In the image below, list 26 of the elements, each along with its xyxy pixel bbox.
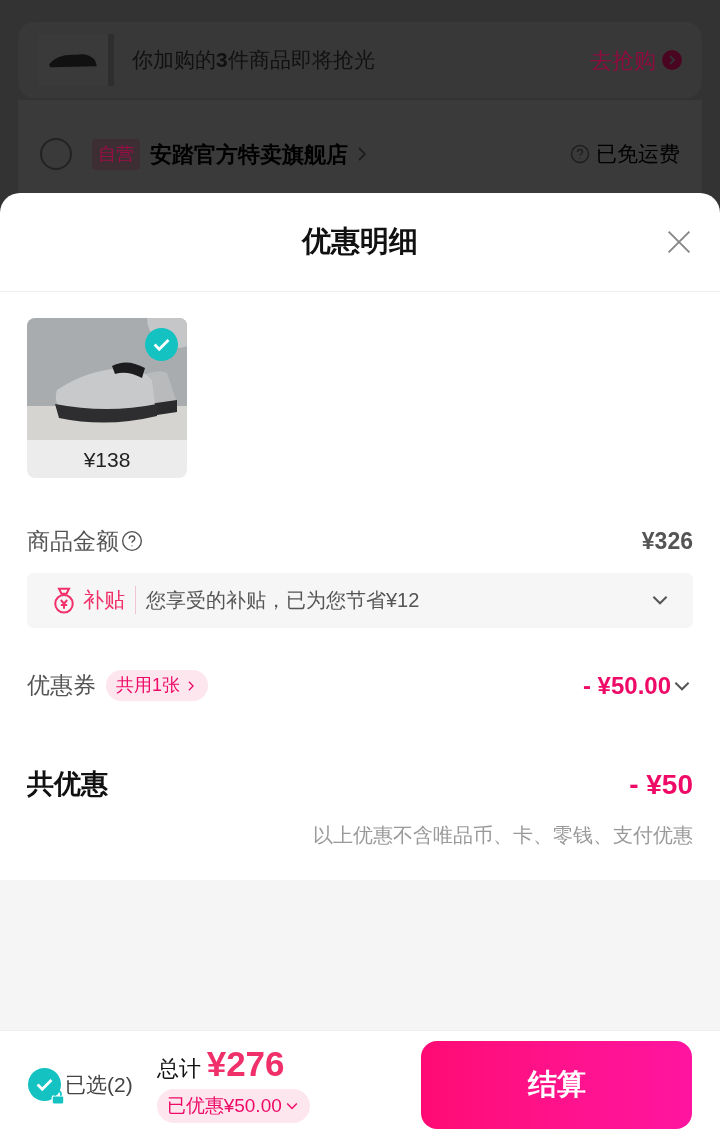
discount-pill[interactable]: 已优惠¥50.00 <box>156 1088 310 1124</box>
total-label: 总计 <box>156 1054 201 1083</box>
shipping-text: 已免运费 <box>596 141 680 168</box>
goods-amount-label: 商品金额 <box>27 527 119 556</box>
lock-icon <box>51 1090 65 1104</box>
selected-count: 已选(2) <box>65 1071 133 1098</box>
total-discount-value: - ¥50 <box>629 767 693 802</box>
checkout-button[interactable]: 结算 <box>421 1040 692 1129</box>
coupon-value[interactable]: - ¥50.00 <box>582 667 671 704</box>
total-price: ¥276 <box>206 1045 285 1081</box>
help-icon[interactable] <box>121 530 143 553</box>
subsidy-text: 您享受的补贴，已为您节省¥12 <box>146 588 420 613</box>
product-price: ¥138 <box>82 447 132 473</box>
goods-amount-value: ¥326 <box>641 527 693 556</box>
discount-note: 以上优惠不含唯品币、卡、零钱、支付优惠 <box>313 822 693 848</box>
product-card[interactable]: ¥138 <box>27 318 187 478</box>
store-name[interactable]: 安踏官方特卖旗舰店 <box>150 137 348 171</box>
subsidy-panel[interactable]: 补贴 您享受的补贴，已为您节省¥12 <box>27 572 693 628</box>
coupon-badge[interactable]: 共用1张 <box>106 670 208 701</box>
subsidy-tag: 补贴 <box>83 584 125 616</box>
total-discount-label: 共优惠 <box>27 768 108 802</box>
close-icon[interactable] <box>666 229 692 255</box>
sheet-title: 优惠明细 <box>302 224 418 260</box>
arrow-circle-icon <box>662 50 682 70</box>
coupon-label: 优惠券 <box>27 671 96 701</box>
store-tag: 自营 <box>92 138 140 170</box>
